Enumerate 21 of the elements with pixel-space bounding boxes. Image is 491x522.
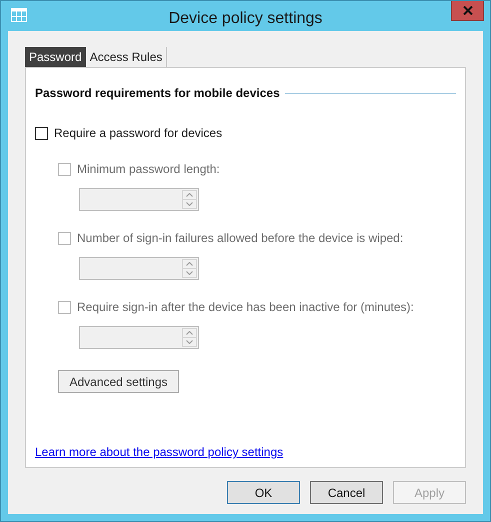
close-icon bbox=[462, 6, 472, 15]
up-caret-icon bbox=[186, 262, 193, 266]
checkbox-label: Require a password for devices bbox=[54, 125, 222, 142]
advanced-settings-button[interactable]: Advanced settings bbox=[58, 370, 179, 393]
window-icon bbox=[11, 8, 27, 22]
up-caret-icon bbox=[186, 331, 193, 335]
checkbox-label: Require sign-in after the device has been inactive for (minutes): bbox=[77, 299, 414, 316]
dialog-button[interactable]: Cancel bbox=[310, 481, 383, 504]
down-caret-icon bbox=[186, 202, 193, 206]
section-heading: Password requirements for mobile devices bbox=[35, 85, 280, 102]
close-button[interactable] bbox=[451, 1, 484, 21]
window-title: Device policy settings bbox=[168, 9, 324, 29]
down-caret-icon bbox=[186, 340, 193, 344]
up-caret-icon bbox=[186, 193, 193, 197]
dialog-button[interactable]: OK bbox=[227, 481, 300, 504]
checkbox-label: Minimum password length: bbox=[77, 161, 220, 178]
checkbox-label: Number of sign-in failures allowed before the device is wiped: bbox=[77, 230, 404, 247]
help-link[interactable]: Learn more about the password policy settings bbox=[35, 445, 284, 459]
down-caret-icon bbox=[186, 271, 193, 275]
checkbox[interactable] bbox=[35, 126, 48, 140]
tab[interactable]: Password bbox=[25, 47, 86, 67]
